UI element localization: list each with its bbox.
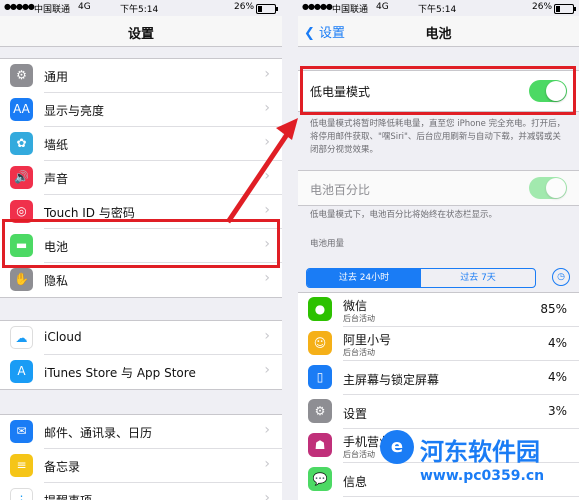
usage-period-selector: 过去 24小时 过去 7天	[306, 268, 536, 288]
page-title: 电池	[425, 27, 452, 42]
app-percent: 4%	[547, 336, 567, 350]
watermark: e 河东软件园 www.pc0359.cn	[376, 424, 579, 500]
battery-percent: 26%	[532, 2, 553, 12]
wechat-icon: ●	[308, 297, 332, 321]
app-activity: 后台活动	[343, 314, 375, 323]
tab-7d[interactable]: 过去 7天	[421, 269, 535, 287]
app-percent: 4%	[547, 370, 567, 384]
low-power-highlight-box	[300, 66, 576, 115]
app-name: 信息	[343, 475, 368, 489]
time: 下午5:14	[418, 5, 457, 15]
battery-percent-toggle[interactable]	[529, 177, 567, 199]
app-activity: 后台活动	[343, 450, 375, 459]
home-screen-icon: ▯	[308, 365, 332, 389]
watermark-name: 河东软件园	[420, 438, 540, 466]
battery-percent-label: 电池百分比	[310, 183, 371, 197]
app-name: 主屏幕与锁定屏幕	[343, 373, 440, 387]
carrier: 中国联通	[332, 5, 369, 15]
watermark-url: www.pc0359.cn	[420, 468, 545, 484]
battery-percent-row: 电池百分比	[298, 170, 579, 206]
low-power-description: 低电量模式将暂时降低耗电量，直至您 iPhone 完全充电。打开后，将停用邮件获…	[310, 119, 566, 155]
mobile-hall-icon: ☗	[308, 433, 332, 457]
app-name: 设置	[343, 407, 368, 421]
app-name: 微信	[343, 299, 368, 313]
app-name: 阿里小号	[343, 333, 392, 347]
app-usage-row[interactable]: ▯ 主屏幕与锁定屏幕 4%	[298, 361, 579, 395]
status-bar: ●●●●● 中国联通 4G 下午5:14 26%	[298, 0, 579, 16]
app-percent: 3%	[547, 404, 567, 418]
usage-header: 电池用量	[310, 239, 345, 249]
network: 4G	[376, 2, 389, 12]
tab-24h[interactable]: 过去 24小时	[307, 269, 421, 287]
watermark-logo-icon: e	[380, 430, 414, 464]
settings-icon: ⚙	[308, 399, 332, 423]
battery-status-icon	[554, 4, 576, 14]
app-usage-row[interactable]: ☺ 阿里小号 后台活动 4%	[298, 327, 579, 361]
signal-icon: ●●●●●	[302, 2, 333, 11]
clock-icon[interactable]: ◷	[552, 268, 570, 286]
messages-icon: 💬	[308, 467, 332, 491]
app-usage-row[interactable]: ● 微信 后台活动 85%	[298, 293, 579, 327]
alitrumpet-icon: ☺	[308, 331, 332, 355]
nav-bar: ❮ 设置 电池	[298, 16, 579, 47]
app-percent: 85%	[540, 302, 567, 316]
app-activity: 后台活动	[343, 348, 375, 357]
battery-percent-description: 低电量模式下，电池百分比将始终在状态栏显示。	[310, 210, 498, 220]
